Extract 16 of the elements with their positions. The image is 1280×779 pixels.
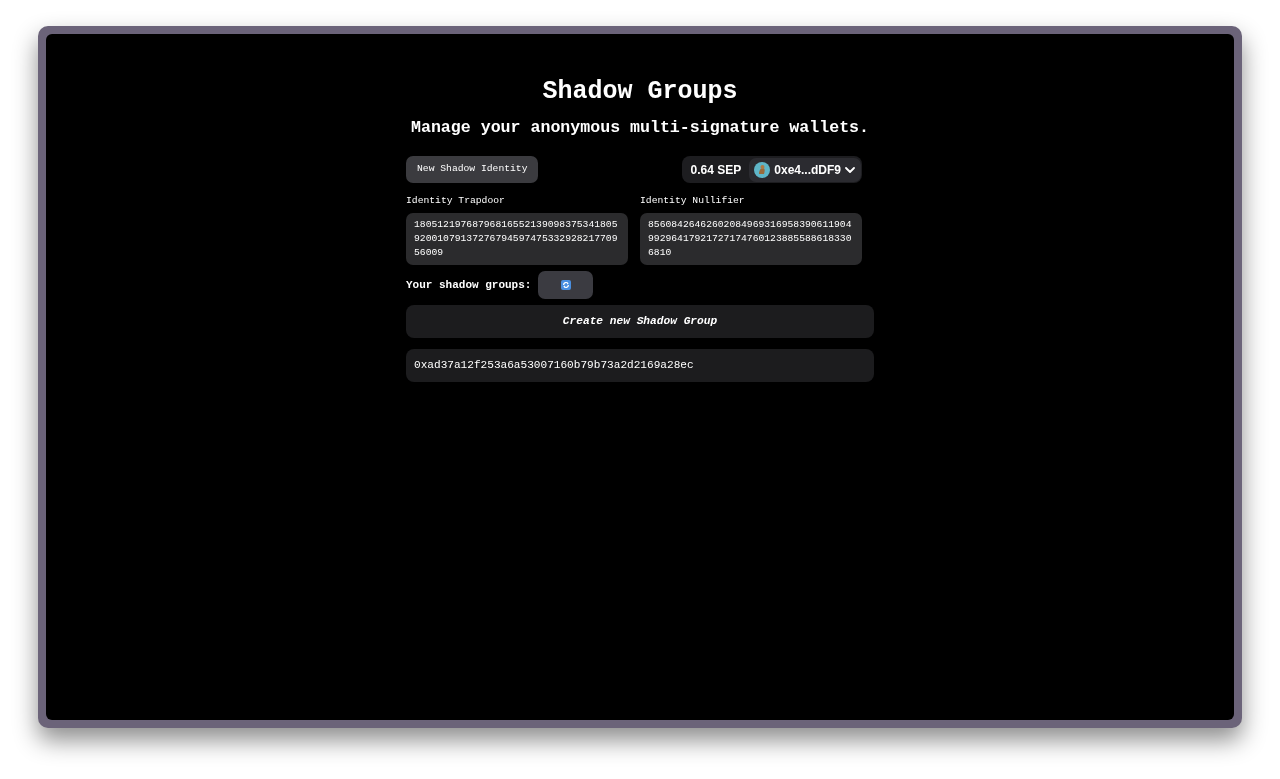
refresh-button[interactable]	[538, 271, 594, 299]
create-group-button[interactable]: Create new Shadow Group	[406, 305, 874, 338]
field-label: Identity Trapdoor	[406, 194, 506, 208]
page-subtitle: Manage your anonymous multi-signature wallets.	[410, 117, 870, 139]
page-title: Shadow Groups	[542, 77, 738, 107]
new-identity-button[interactable]: New Shadow Identity	[406, 156, 539, 183]
groups-label: Your shadow groups:	[406, 277, 532, 293]
avatar-icon	[754, 161, 771, 178]
wallet-balance: 0.64 SEP	[690, 161, 742, 179]
group-address-item[interactable]: 0xad37a12f253a6a53007160b79b73a2d2169a28ec	[406, 349, 874, 382]
field-label: Identity Nullifier	[640, 194, 746, 208]
account-button[interactable]: 0xe4...dDF9	[749, 157, 861, 182]
chevron-down-icon	[845, 166, 855, 173]
identity-value-field[interactable]: 180512197687968165521390983753418059200107913727679459747533292821770956009	[406, 213, 628, 265]
refresh-icon	[560, 280, 571, 290]
identity-value-field[interactable]: 85608426462602084969316958390611904992964179217271747601238855886183306810	[640, 213, 862, 265]
